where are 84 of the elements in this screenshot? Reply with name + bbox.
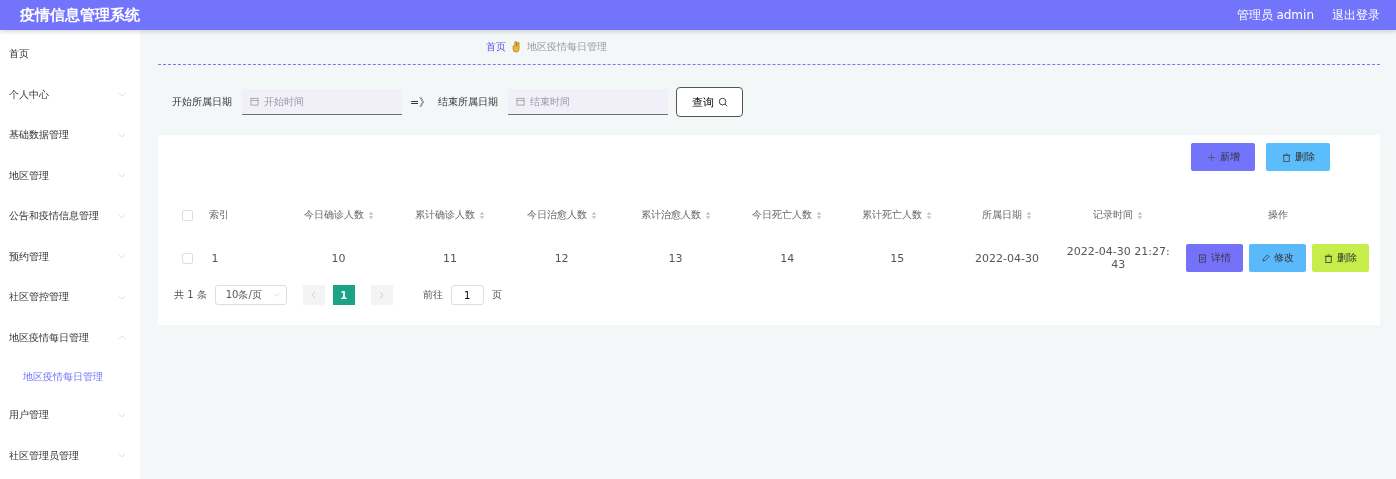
start-date-label: 开始所属日期: [172, 95, 232, 109]
sidebar-item[interactable]: 社区管控管理: [0, 277, 140, 318]
column-header: 索引: [208, 209, 229, 220]
column-header[interactable]: 所属日期: [982, 209, 1023, 220]
goto-page-field[interactable]: 1: [450, 285, 484, 305]
breadcrumb-home[interactable]: 首页: [486, 40, 506, 54]
select-all-checkbox[interactable]: [182, 209, 194, 221]
document-icon: [1198, 253, 1207, 263]
user-label: 管理员 admin: [1236, 6, 1314, 24]
sort-icon[interactable]: [1137, 210, 1144, 220]
sidebar-item[interactable]: 公告和疫情信息管理: [0, 196, 140, 237]
start-date-field[interactable]: 开始时间: [242, 89, 402, 115]
column-header[interactable]: 累计死亡人数: [862, 209, 923, 220]
chevron-icon: [118, 254, 126, 260]
table-cell: 13: [668, 251, 683, 265]
column-header[interactable]: 记录时间: [1093, 209, 1134, 220]
column-header[interactable]: 今日死亡人数: [752, 209, 813, 220]
sidebar-item[interactable]: 首页: [0, 34, 140, 75]
logout-link[interactable]: 退出登录: [1332, 6, 1380, 24]
chevron-left-icon: [311, 291, 317, 299]
sort-icon[interactable]: [816, 210, 823, 220]
row-checkbox[interactable]: [182, 253, 194, 264]
sort-icon[interactable]: [1026, 210, 1033, 220]
chevron-icon: [118, 213, 126, 219]
delete-button[interactable]: 删除: [1312, 244, 1369, 272]
column-header[interactable]: 今日确诊人数: [303, 209, 364, 220]
hand-icon: [512, 41, 521, 53]
search-icon: [717, 97, 728, 107]
chevron-icon: [272, 293, 280, 297]
breadcrumb-current: 地区疫情每日管理: [527, 40, 607, 54]
column-header[interactable]: 累计确诊人数: [415, 209, 476, 220]
range-separator: =》: [410, 94, 431, 110]
sidebar-item[interactable]: 用户管理: [0, 395, 140, 436]
edit-button[interactable]: 修改: [1249, 244, 1306, 272]
page-suffix: 页: [491, 288, 502, 302]
table-cell: 12: [554, 251, 569, 265]
sidebar-subitem[interactable]: 地区疫情每日管理: [0, 358, 140, 395]
sort-icon[interactable]: [479, 210, 486, 220]
chevron-right-icon: [379, 291, 385, 299]
sort-icon[interactable]: [590, 210, 597, 220]
chevron-icon: [118, 335, 126, 341]
table-cell: 2022-04-30 21:27:43: [1066, 245, 1170, 271]
next-page-button[interactable]: [370, 285, 393, 305]
sidebar-item[interactable]: 社区管理员管理: [0, 435, 140, 476]
table-cell: 1: [211, 251, 219, 265]
prev-page-button[interactable]: [302, 285, 325, 305]
end-date-field[interactable]: 结束时间: [508, 89, 669, 115]
pencil-icon: [1261, 253, 1270, 263]
table-cell: 14: [780, 251, 795, 265]
plus-icon: [1206, 152, 1216, 162]
sort-icon[interactable]: [704, 210, 711, 220]
trash-icon: [1324, 253, 1333, 263]
column-header[interactable]: 累计治愈人数: [640, 209, 701, 220]
sort-icon[interactable]: [926, 210, 933, 220]
delete-button[interactable]: 删除: [1266, 143, 1330, 171]
detail-button[interactable]: 详情: [1186, 244, 1243, 272]
calendar-icon: [250, 97, 259, 106]
search-button[interactable]: 查询: [676, 87, 744, 117]
chevron-icon: [118, 92, 126, 98]
trash-icon: [1281, 152, 1291, 162]
sidebar-item[interactable]: 地区管理: [0, 155, 140, 196]
sidebar-item[interactable]: 地区疫情每日管理: [0, 317, 140, 358]
column-header: 操作: [1267, 209, 1288, 220]
chevron-icon: [118, 412, 126, 418]
table-cell: 11: [443, 251, 458, 265]
sidebar-item[interactable]: 个人中心: [0, 74, 140, 115]
table-cell: 10: [331, 251, 346, 265]
end-date-label: 结束所属日期: [438, 95, 499, 109]
page-size-select[interactable]: 10条/页: [214, 285, 287, 305]
goto-label: 前往: [422, 288, 443, 302]
app-title: 疫情信息管理系统: [20, 5, 141, 25]
chevron-icon: [118, 173, 126, 179]
calendar-icon: [516, 97, 526, 106]
chevron-icon: [118, 453, 126, 459]
table-cell: 15: [890, 251, 905, 265]
column-header[interactable]: 今日治愈人数: [526, 209, 587, 220]
sidebar-item[interactable]: 基础数据管理: [0, 115, 140, 156]
add-button[interactable]: 新增: [1191, 143, 1255, 171]
chevron-icon: [118, 132, 126, 138]
sort-icon[interactable]: [367, 210, 374, 220]
total-count: 共 1 条: [174, 288, 207, 302]
sidebar-item[interactable]: 预约管理: [0, 236, 140, 277]
chevron-icon: [118, 294, 126, 300]
table-cell: 2022-04-30: [975, 251, 1040, 265]
